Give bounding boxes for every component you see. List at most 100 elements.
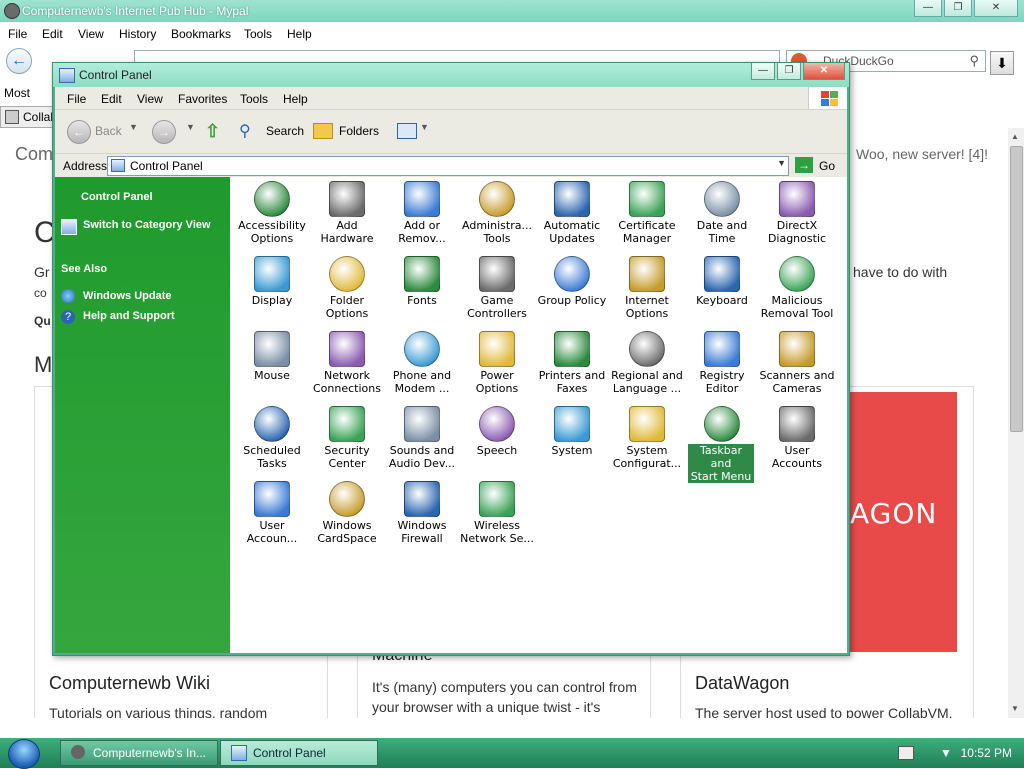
menu-help[interactable]: Help (287, 27, 312, 41)
address-input[interactable]: Control Panel ▼ (107, 156, 789, 176)
up-folder-icon[interactable]: ⇧ (205, 121, 225, 141)
cp-item-add-remove-programs[interactable]: Add or Remov... (382, 179, 462, 251)
back-button-label[interactable]: Back (95, 124, 122, 138)
cp-item-accessibility[interactable]: Accessibility Options (232, 179, 312, 251)
cp-item-label-line1: Accessibility (238, 219, 306, 232)
cp-close-button[interactable]: ✕ (803, 63, 845, 80)
sidebar-panel-title: Control Panel (81, 191, 153, 203)
menu-bookmarks[interactable]: Bookmarks (171, 27, 231, 41)
forward-dropdown-icon[interactable]: ▼ (186, 122, 195, 132)
bookmark-most-visited[interactable]: Most (4, 86, 30, 100)
cp-item-shield[interactable]: Security Center (307, 404, 387, 476)
cp-menu-edit[interactable]: Edit (101, 92, 122, 106)
cp-menu-file[interactable]: File (67, 92, 86, 106)
views-dropdown-icon[interactable]: ▼ (420, 122, 429, 132)
go-arrow-icon[interactable]: → (795, 157, 813, 173)
cp-item-scheduled-tasks[interactable]: Scheduled Tasks (232, 404, 312, 476)
browser-titlebar[interactable]: Computernewb's Internet Pub Hub - Mypal … (0, 0, 1024, 22)
cp-menu-favorites[interactable]: Favorites (178, 92, 227, 106)
notice-link[interactable]: Woo, new server! [4]! (856, 146, 988, 162)
cp-item-automatic-updates[interactable]: Automatic Updates (532, 179, 612, 251)
clock[interactable]: 10:52 PM (961, 746, 1012, 760)
close-button[interactable]: ✕ (974, 0, 1018, 17)
cp-item-group-policy[interactable]: Group Policy (532, 254, 612, 326)
scroll-down-icon[interactable]: ▼ (1011, 704, 1019, 713)
cp-item-label-line2: Removal Tool (760, 307, 834, 320)
cp-item-malware-tool[interactable]: Malicious Removal Tool (757, 254, 837, 326)
cp-item-label-line2: Tasks (257, 457, 287, 470)
menu-view[interactable]: View (78, 27, 104, 41)
cp-minimize-button[interactable]: — (751, 63, 775, 80)
cp-item-phone-modem[interactable]: Phone and Modem ... (382, 329, 462, 401)
scrollbar-thumb[interactable] (1010, 146, 1023, 432)
cp-item-system[interactable]: System (532, 404, 612, 476)
cp-item-cardspace[interactable]: Windows CardSpace (307, 479, 387, 551)
cp-item-speaker[interactable]: Sounds and Audio Dev... (382, 404, 462, 476)
cp-menu-tools[interactable]: Tools (240, 92, 268, 106)
cp-item-user-accounts-2[interactable]: User Accoun... (232, 479, 312, 551)
taskbar-button-browser[interactable]: Computernewb's In... (60, 740, 218, 766)
download-icon[interactable]: ⬇ (990, 51, 1014, 75)
start-button[interactable] (8, 739, 40, 769)
cp-item-taskbar[interactable]: Taskbar and Start Menu (682, 404, 762, 483)
cp-item-label-line1: Display (251, 294, 293, 307)
cp-item-wireless[interactable]: Wireless Network Se... (457, 479, 537, 551)
cp-item-add-hardware[interactable]: Add Hardware (307, 179, 387, 251)
cp-item-power[interactable]: Power Options (457, 329, 537, 401)
search-button-label[interactable]: Search (266, 124, 304, 138)
cp-maximize-button[interactable]: ❐ (777, 63, 801, 80)
go-button-label[interactable]: Go (819, 159, 835, 173)
cp-item-internet-options[interactable]: Internet Options (607, 254, 687, 326)
switch-category-view-link[interactable]: Switch to Category View (83, 219, 211, 231)
tab-collabvm[interactable]: Collal (0, 106, 54, 128)
back-arrow-icon[interactable]: ← (6, 48, 32, 74)
cp-titlebar[interactable]: Control Panel — ❐ ✕ (53, 63, 849, 87)
cp-item-system-config[interactable]: System Configurat... (607, 404, 687, 476)
minimize-button[interactable]: — (914, 0, 942, 17)
shield-icon (329, 406, 365, 442)
search-icon[interactable]: ⚲ (969, 53, 979, 69)
cp-item-network[interactable]: Network Connections (307, 329, 387, 401)
address-dropdown-icon[interactable]: ▼ (777, 158, 786, 168)
menu-tools[interactable]: Tools (244, 27, 272, 41)
windows-update-link[interactable]: Windows Update (83, 290, 172, 302)
cp-item-admin-tools[interactable]: Administra... Tools (457, 179, 537, 251)
cp-item-fonts[interactable]: Fonts (382, 254, 462, 326)
back-arrow-icon[interactable]: ← (67, 120, 91, 144)
cp-menu-help[interactable]: Help (283, 92, 308, 106)
cp-item-mouse[interactable]: Mouse (232, 329, 312, 401)
cp-item-date-time[interactable]: Date and Time (682, 179, 762, 251)
network-icon[interactable]: ▼ (940, 746, 954, 760)
cp-item-gamepad[interactable]: Game Controllers (457, 254, 537, 326)
page-scrollbar[interactable]: ▲ ▼ (1008, 128, 1024, 718)
cp-item-directx[interactable]: DirectX Diagnostic (757, 179, 837, 251)
menu-edit[interactable]: Edit (42, 27, 63, 41)
cp-menu-view[interactable]: View (137, 92, 163, 106)
cp-item-firewall[interactable]: Windows Firewall (382, 479, 462, 551)
malware-tool-icon (779, 256, 815, 292)
scroll-up-icon[interactable]: ▲ (1011, 132, 1019, 141)
cp-item-folder-options[interactable]: Folder Options (307, 254, 387, 326)
forward-arrow-icon[interactable]: → (152, 120, 176, 144)
cp-item-label-line1: DirectX (776, 219, 818, 232)
menu-file[interactable]: File (8, 27, 27, 41)
search-icon[interactable]: ⚲ (239, 121, 259, 140)
back-dropdown-icon[interactable]: ▼ (129, 122, 138, 132)
cp-item-speech[interactable]: Speech (457, 404, 537, 476)
folders-button-label[interactable]: Folders (339, 124, 379, 138)
views-icon[interactable] (397, 123, 417, 139)
cp-item-regional[interactable]: Regional and Language ... (607, 329, 687, 401)
cp-item-keyboard[interactable]: Keyboard (682, 254, 762, 326)
cp-item-users[interactable]: User Accounts (757, 404, 837, 476)
folders-icon[interactable] (313, 123, 333, 139)
cp-item-scanner[interactable]: Scanners and Cameras (757, 329, 837, 401)
cp-item-display[interactable]: Display (232, 254, 312, 326)
keyboard-icon[interactable] (898, 746, 914, 760)
help-support-link[interactable]: Help and Support (83, 310, 175, 322)
taskbar-button-control-panel[interactable]: Control Panel (220, 740, 378, 766)
maximize-button[interactable]: ❐ (944, 0, 972, 17)
cp-item-printer[interactable]: Printers and Faxes (532, 329, 612, 401)
cp-item-registry[interactable]: Registry Editor (682, 329, 762, 401)
cp-item-certificate[interactable]: Certificate Manager (607, 179, 687, 251)
menu-history[interactable]: History (119, 27, 156, 41)
